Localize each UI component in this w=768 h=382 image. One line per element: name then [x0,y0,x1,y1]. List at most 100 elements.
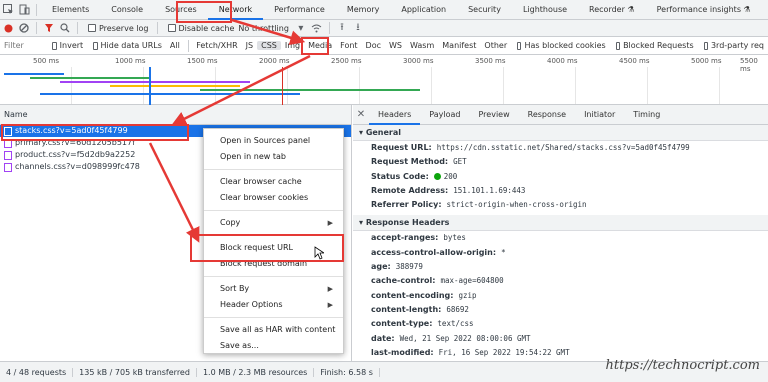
tab-network[interactable]: Network [207,0,264,20]
filter-type-ws[interactable]: WS [385,41,406,50]
menu-item-header-options[interactable]: Header Options ▶ [204,297,343,313]
filter-type-wasm[interactable]: Wasm [406,41,438,50]
throttling-select[interactable]: No throttling [238,24,289,33]
has-blocked-cookies-checkbox[interactable] [517,41,522,50]
header-key: age: [371,262,391,272]
invert-checkbox[interactable] [52,41,57,50]
menu-separator [204,317,343,318]
devtools-tab-bar: Elements Console Sources Network Perform… [0,0,768,20]
divider [36,3,37,16]
load-marker [282,67,283,105]
tab-response[interactable]: Response [519,105,575,125]
device-toolbar-icon[interactable] [16,2,32,18]
menu-item-clear-cache[interactable]: Clear browser cache [204,174,343,190]
tab-lighthouse[interactable]: Lighthouse [512,0,578,20]
response-header-row: cache-control: max-age=604800 [353,274,768,288]
response-headers-title: Response Headers [365,218,450,228]
disable-cache-checkbox[interactable] [167,24,176,32]
timeline-tick: 5000 ms [691,57,722,65]
filter-bar: Filter Invert Hide data URLs All Fetch/X… [0,37,768,55]
filter-type-other[interactable]: Other [480,41,511,50]
inspect-element-icon[interactable] [0,2,16,18]
invert-label: Invert [59,41,84,50]
close-icon[interactable]: ✕ [353,107,369,123]
tab-performance-insights-label: Performance insights [656,4,741,14]
preserve-log-checkbox[interactable] [88,24,96,32]
tab-payload[interactable]: Payload [420,105,469,125]
filter-type-manifest[interactable]: Manifest [438,41,480,50]
chevron-down-icon[interactable]: ▾ [293,20,309,36]
menu-item-save-as[interactable]: Save as... [204,338,343,354]
waterfall-bar [30,77,150,79]
header-value: bytes [443,233,466,243]
tab-timing[interactable]: Timing [624,105,669,125]
tab-preview[interactable]: Preview [470,105,519,125]
filter-type-doc[interactable]: Doc [362,41,385,50]
tab-performance-insights[interactable]: Performance insights ⚗ [646,0,762,20]
request-name: primary.css?v=60d1205b517f [15,138,135,147]
blocked-requests-label: Blocked Requests [623,41,694,50]
tab-memory[interactable]: Memory [336,0,391,20]
response-header-row: access-control-allow-origin: * [353,246,768,260]
response-header-row: date: Wed, 21 Sep 2022 08:00:06 GMT [353,332,768,346]
third-party-checkbox[interactable] [703,41,708,50]
tab-sources[interactable]: Sources [154,0,208,20]
filter-icon[interactable] [41,20,57,36]
waterfall-bar [110,85,240,87]
search-icon[interactable] [57,20,73,36]
tab-performance[interactable]: Performance [263,0,336,20]
triangle-down-icon: ▾ [359,218,364,228]
wifi-icon[interactable] [309,20,325,36]
mouse-cursor-icon [314,246,324,260]
blocked-requests-checkbox[interactable] [615,41,621,50]
response-header-row: accept-ranges: bytes [353,231,768,245]
timeline-tick: 3500 ms [475,57,506,65]
request-name: product.css?v=f5d2db9a2252 [15,150,136,159]
chevron-right-icon: ▶ [327,219,333,227]
filter-type-media[interactable]: Media [304,41,336,50]
filter-type-font[interactable]: Font [336,41,361,50]
tab-application[interactable]: Application [390,0,457,20]
waterfall-bar [200,89,420,91]
import-har-icon[interactable]: ⭱ [334,20,350,36]
filter-type-fetch-xhr[interactable]: Fetch/XHR [192,41,241,50]
clear-icon[interactable] [16,20,32,36]
tab-recorder[interactable]: Recorder ⚗ [578,0,646,20]
tab-headers[interactable]: Headers [369,105,421,125]
filter-input[interactable]: Filter [0,41,46,50]
general-header-row: Remote Address: 151.101.1.69:443 [353,184,768,198]
filter-type-css[interactable]: CSS [257,41,281,50]
watermark: https://technocript.com [605,358,761,373]
hide-data-urls-checkbox[interactable] [93,41,98,50]
response-headers-section-header[interactable]: ▾ Response Headers [353,215,768,232]
filter-type-js[interactable]: JS [242,41,257,50]
header-key: content-type: [371,319,433,329]
menu-item-save-har[interactable]: Save all as HAR with content [204,322,343,338]
tab-initiator[interactable]: Initiator [575,105,624,125]
grid-line [431,67,432,104]
general-header-row: Request URL: https://cdn.sstatic.net/Shar… [353,141,768,155]
menu-item-copy[interactable]: Copy ▶ [204,215,343,231]
filter-type-img[interactable]: Img [281,41,304,50]
menu-item-sort-by[interactable]: Sort By ▶ [204,281,343,297]
general-section-header[interactable]: ▾ General [353,125,768,141]
export-har-icon[interactable]: ⭳ [350,20,366,36]
menu-item-open-in-new-tab[interactable]: Open in new tab [204,149,343,165]
record-icon[interactable] [0,20,16,36]
header-value: text/css [437,319,474,329]
grid-line [503,67,504,104]
tab-security[interactable]: Security [457,0,512,20]
name-column-header[interactable]: Name [0,105,351,125]
general-header-row: Request Method: GET [353,155,768,169]
header-key: content-length: [371,304,442,314]
timeline-tick: 2500 ms [331,57,362,65]
details-tab-bar: ✕ Headers Payload Preview Response Initi… [353,105,768,125]
request-count: 4 / 48 requests [0,367,74,377]
menu-item-clear-cookies[interactable]: Clear browser cookies [204,190,343,206]
menu-item-open-in-sources[interactable]: Open in Sources panel [204,133,343,149]
tab-console[interactable]: Console [100,0,154,20]
tab-elements[interactable]: Elements [41,0,100,20]
header-value: 68692 [446,304,469,314]
timeline-overview[interactable]: 500 ms 1000 ms 1500 ms 2000 ms 2500 ms 3… [0,55,768,105]
filter-type-all[interactable]: All [166,41,184,50]
